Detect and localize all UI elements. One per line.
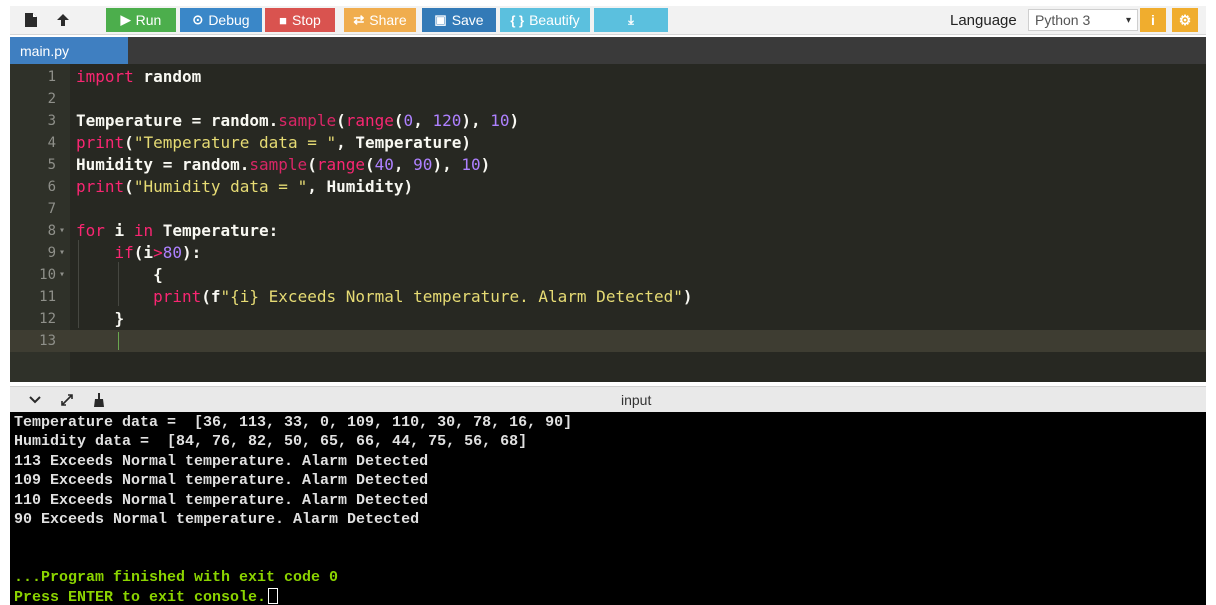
console-output[interactable]: Temperature data = [36, 113, 33, 0, 109,… — [10, 412, 1206, 605]
line-number: 1 — [47, 69, 56, 85]
line-code: import random — [76, 67, 202, 86]
play-icon: ▶ — [120, 12, 131, 27]
save-icon: ▣ — [434, 12, 447, 27]
debug-button-label: Debug — [208, 12, 250, 28]
terminal-cursor — [268, 588, 279, 604]
line-code: print(f"{i} Exceeds Normal temperature. … — [153, 287, 693, 306]
line-number: 4 — [47, 135, 56, 151]
code-line: 2 — [10, 88, 1206, 110]
line-number: 12 — [39, 311, 56, 327]
exit-prompt-text: Press ENTER to exit console. — [14, 589, 267, 605]
console-input-label: input — [621, 392, 652, 408]
line-number: 10 — [39, 267, 56, 283]
share-icon: ⇄ — [353, 12, 365, 27]
fold-arrow-icon[interactable]: ▾ — [59, 242, 65, 264]
console-line: 110 Exceeds Normal temperature. Alarm De… — [14, 492, 429, 509]
language-value: Python 3 — [1035, 12, 1091, 28]
line-code: for i in Temperature: — [76, 221, 279, 240]
line-code: print("Temperature data = ", Temperature… — [76, 133, 471, 152]
console-toolbar: input — [10, 386, 1206, 413]
code-line: 3 Temperature = random.sample(range(0, 1… — [10, 110, 1206, 132]
line-code: print("Humidity data = ", Humidity) — [76, 177, 414, 196]
language-select[interactable]: Python 3 ▾ — [1028, 9, 1138, 31]
line-number: 8 — [47, 223, 56, 239]
upload-icon[interactable] — [48, 6, 78, 34]
beautify-button-label: Beautify — [529, 12, 580, 28]
info-icon[interactable]: i — [1140, 8, 1166, 32]
line-code: { — [76, 265, 163, 284]
line-code: } — [76, 309, 125, 328]
code-line: 5 Humidity = random.sample(range(40, 90)… — [10, 154, 1206, 176]
code-line-active: 13 — [10, 330, 1206, 352]
share-button-label: Share — [369, 12, 407, 28]
console-line: 109 Exceeds Normal temperature. Alarm De… — [14, 472, 429, 489]
beautify-button[interactable]: { } Beautify — [500, 8, 590, 32]
share-button[interactable]: ⇄ Share — [344, 8, 416, 32]
line-code: Humidity = random.sample(range(40, 90), … — [76, 155, 491, 174]
gear-icon[interactable]: ⚙ — [1172, 8, 1198, 32]
language-label: Language — [950, 11, 1017, 29]
line-number: 11 — [39, 289, 56, 305]
save-button[interactable]: ▣ Save — [422, 8, 496, 32]
code-line: 4 print("Temperature data = ", Temperatu… — [10, 132, 1206, 154]
code-line: 12 } — [10, 308, 1206, 330]
broom-icon[interactable] — [88, 387, 110, 413]
line-number: 13 — [39, 333, 56, 349]
line-number: 9 — [47, 245, 56, 261]
fold-arrow-icon[interactable]: ▾ — [59, 264, 65, 286]
console-line: Humidity data = [84, 76, 82, 50, 65, 66,… — [14, 433, 528, 450]
file-tab-strip: main.py — [10, 37, 1206, 64]
code-line: 7 — [10, 198, 1206, 220]
download-icon: ⤓ — [628, 12, 634, 27]
fold-arrow-icon[interactable]: ▾ — [59, 220, 65, 242]
code-line: 1 import random — [10, 66, 1206, 88]
online-ide: ▶ Run ⊙ Debug ■ Stop ⇄ Share ▣ Save { } … — [0, 0, 1216, 605]
code-line: 11 print(f"{i} Exceeds Normal temperatur… — [10, 286, 1206, 308]
chevron-down-icon[interactable] — [24, 387, 46, 413]
exit-status-line: ...Program finished with exit code 0 — [14, 569, 339, 586]
console-line: 90 Exceeds Normal temperature. Alarm Det… — [14, 511, 420, 528]
run-button[interactable]: ▶ Run — [106, 8, 176, 32]
stop-icon: ■ — [279, 12, 288, 28]
debug-button[interactable]: ⊙ Debug — [180, 8, 262, 32]
exit-prompt-line: Press ENTER to exit console. — [14, 588, 279, 605]
tab-main-py[interactable]: main.py — [10, 37, 128, 64]
console-line: Temperature data = [36, 113, 33, 0, 109,… — [14, 414, 573, 431]
line-number: 3 — [47, 113, 56, 129]
save-button-label: Save — [451, 12, 484, 28]
run-button-label: Run — [135, 12, 162, 28]
console-line: 113 Exceeds Normal temperature. Alarm De… — [14, 453, 429, 470]
braces-icon: { } — [510, 12, 525, 28]
download-button[interactable]: ⤓ — [594, 8, 668, 32]
main-toolbar: ▶ Run ⊙ Debug ■ Stop ⇄ Share ▣ Save { } … — [10, 6, 1206, 35]
line-number: 6 — [47, 179, 56, 195]
debug-icon: ⊙ — [192, 12, 204, 27]
chevron-down-icon: ▾ — [1125, 14, 1131, 26]
stop-button-label: Stop — [292, 12, 321, 28]
tab-label: main.py — [20, 42, 70, 59]
expand-icon[interactable] — [56, 387, 78, 413]
text-cursor — [118, 332, 119, 350]
stop-button[interactable]: ■ Stop — [265, 8, 335, 32]
file-icon[interactable] — [16, 6, 46, 34]
code-line: 10 ▾ { — [10, 264, 1206, 286]
line-code: if(i>80): — [114, 243, 202, 262]
line-number: 7 — [47, 201, 56, 217]
code-line: 9 ▾ if(i>80): — [10, 242, 1206, 264]
line-code: Temperature = random.sample(range(0, 120… — [76, 111, 520, 130]
code-line: 6 print("Humidity data = ", Humidity) — [10, 176, 1206, 198]
line-number: 5 — [47, 157, 56, 173]
line-number: 2 — [47, 91, 56, 107]
code-line: 8 ▾ for i in Temperature: — [10, 220, 1206, 242]
code-editor[interactable]: 1 import random 2 3 Temperature = random… — [10, 64, 1206, 382]
